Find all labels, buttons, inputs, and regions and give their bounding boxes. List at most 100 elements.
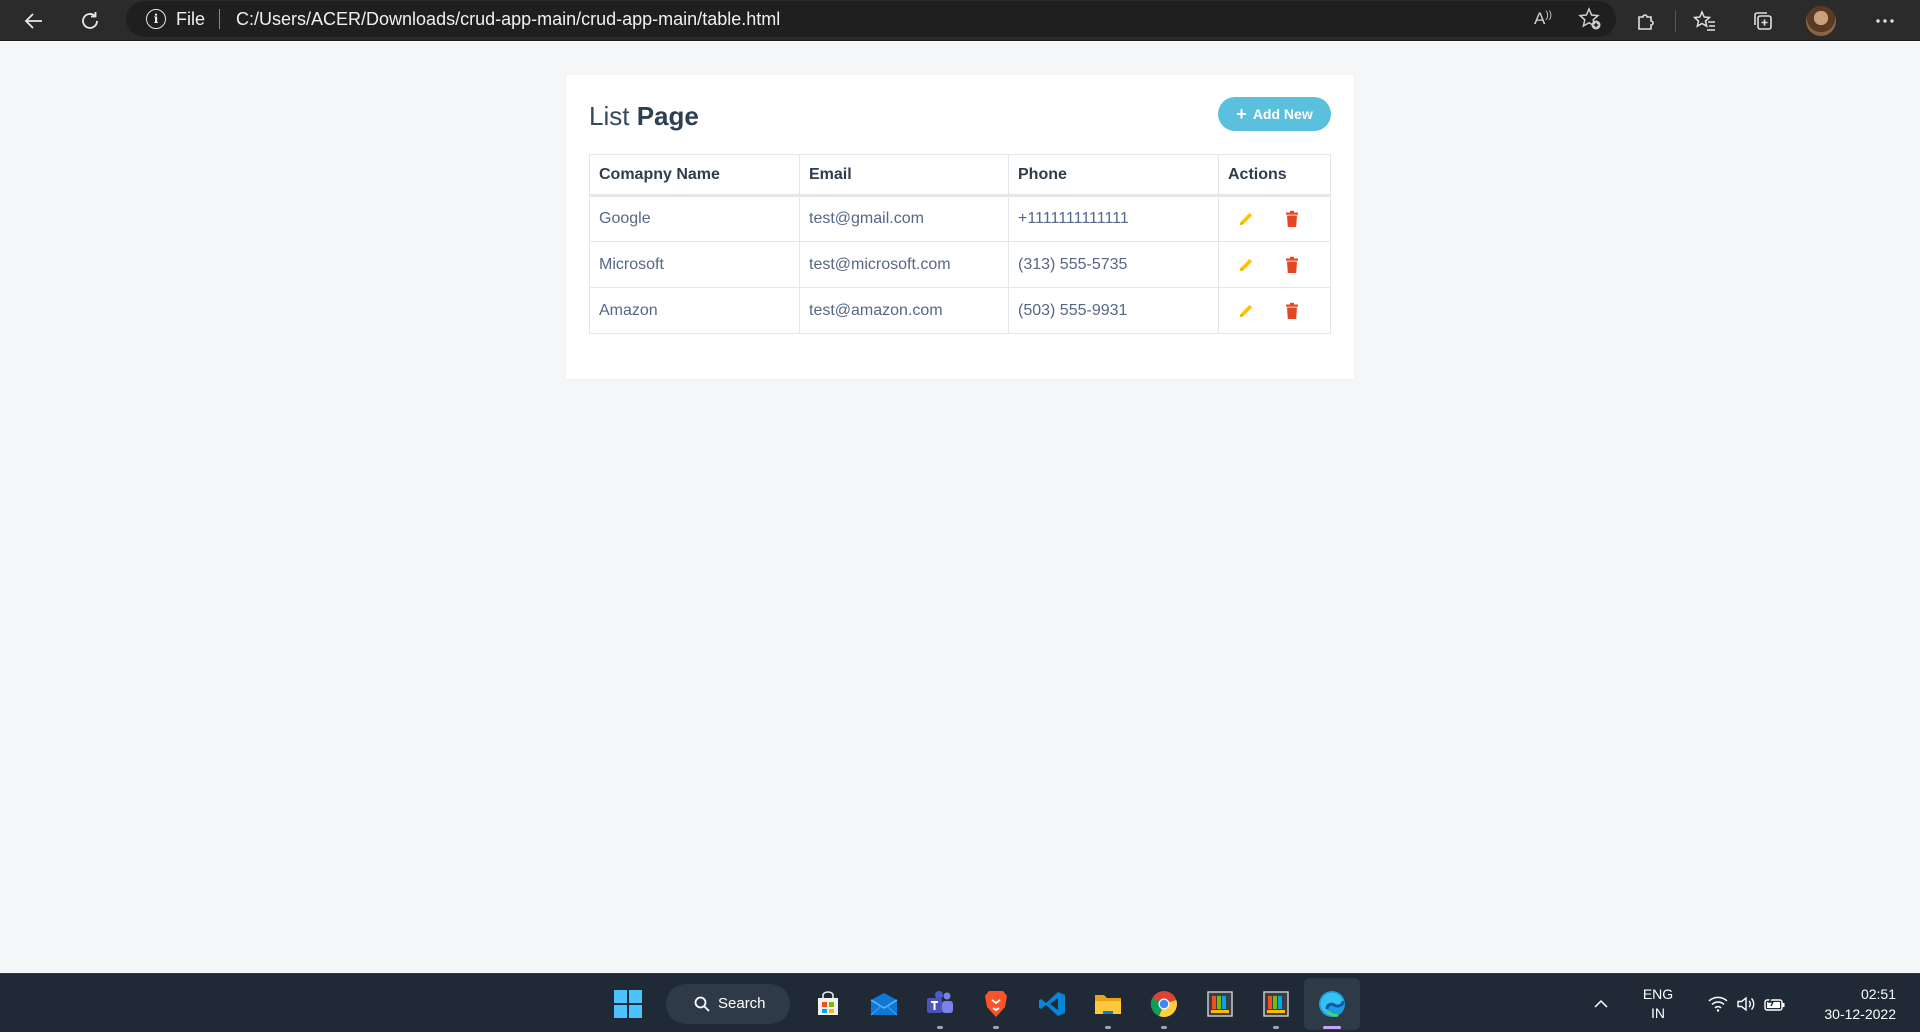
profile-avatar[interactable] [1792, 0, 1850, 41]
cell-actions [1218, 195, 1331, 242]
edit-button[interactable] [1232, 251, 1260, 279]
windows-logo-icon [614, 989, 642, 1018]
search-label: Search [718, 995, 766, 1012]
favorites-icon[interactable] [1676, 0, 1734, 41]
taskbar: Search ENG IN 02:51 30-12-2022 [0, 973, 1920, 1032]
company-table: Comapny Name Email Phone Actions Google … [589, 154, 1331, 334]
delete-button[interactable] [1278, 205, 1306, 233]
cell-actions [1218, 241, 1331, 288]
quick-settings[interactable] [1708, 996, 1786, 1012]
mail-app[interactable] [856, 978, 912, 1030]
file-explorer-app[interactable] [1080, 978, 1136, 1030]
chrome-icon [1150, 990, 1177, 1017]
vscode-app[interactable] [1024, 978, 1080, 1030]
edge-icon [1319, 990, 1345, 1017]
running-indicator [1323, 1025, 1341, 1029]
clock-date: 30-12-2022 [1824, 1005, 1896, 1022]
cell-phone: (313) 555-5735 [1008, 241, 1219, 288]
lang-code: ENG [1642, 985, 1674, 1002]
delete-button[interactable] [1278, 297, 1306, 325]
store-app[interactable] [800, 978, 856, 1030]
read-aloud-label: A [1533, 9, 1546, 28]
wifi-icon [1708, 996, 1728, 1012]
pencil-icon [1240, 258, 1253, 271]
page-title-bold: Page [636, 101, 699, 131]
cell-actions [1218, 287, 1331, 334]
vscode-icon [1039, 991, 1065, 1016]
browser-toolbar: i File C:/Users/ACER/Downloads/crud-app-… [0, 0, 1920, 41]
info-icon[interactable]: i [146, 9, 166, 29]
taskbar-search[interactable]: Search [666, 983, 790, 1024]
address-bar[interactable]: i File C:/Users/ACER/Downloads/crud-app-… [126, 1, 1616, 37]
edit-button[interactable] [1232, 205, 1260, 233]
header-actions: Actions [1218, 154, 1331, 197]
clock-time: 02:51 [1860, 985, 1896, 1002]
add-new-button[interactable]: + Add New [1218, 97, 1331, 131]
pencil-icon [1240, 304, 1253, 317]
table-row: Microsoft test@microsoft.com (313) 555-5… [589, 241, 1331, 288]
settings-more-icon[interactable] [1850, 0, 1920, 41]
start-button[interactable] [600, 978, 656, 1030]
brave-app[interactable] [968, 978, 1024, 1030]
trash-icon [1286, 256, 1299, 273]
header-company-name: Comapny Name [589, 154, 800, 197]
address-separator [219, 9, 221, 29]
cell-email: test@gmail.com [799, 195, 1009, 242]
teams-icon [927, 990, 953, 1013]
search-icon [694, 996, 710, 1012]
running-indicator [1161, 1025, 1167, 1029]
read-aloud-icon[interactable]: A)) [1534, 9, 1552, 29]
header-phone: Phone [1008, 154, 1219, 197]
photo-app-icon [1263, 990, 1289, 1017]
teams-app[interactable] [912, 978, 968, 1030]
lang-region: IN [1651, 1004, 1665, 1021]
avatar [1806, 5, 1836, 36]
cell-company: Amazon [589, 287, 800, 334]
running-indicator [1105, 1025, 1111, 1029]
volume-icon [1737, 996, 1755, 1011]
photo-app-icon [1207, 990, 1233, 1017]
language-indicator[interactable]: ENG IN [1628, 985, 1688, 1023]
table-row: Google test@gmail.com +1111111111111 [589, 195, 1331, 242]
list-card: List Page + Add New Comapny Name Email P… [566, 75, 1354, 379]
chrome-app[interactable] [1136, 978, 1192, 1030]
pencil-icon [1240, 212, 1253, 225]
back-arrow-icon [24, 12, 42, 29]
running-indicator [993, 1025, 999, 1029]
trash-icon [1286, 210, 1299, 227]
delete-button[interactable] [1278, 251, 1306, 279]
url-text[interactable]: C:/Users/ACER/Downloads/crud-app-main/cr… [236, 9, 780, 30]
refresh-icon [82, 11, 98, 29]
cell-phone: +1111111111111 [1008, 195, 1219, 242]
show-hidden-icons-chevron-icon[interactable] [1586, 999, 1616, 1009]
back-button[interactable] [12, 0, 56, 41]
cell-phone: (503) 555-9931 [1008, 287, 1219, 334]
add-favorite-icon[interactable] [1578, 7, 1602, 31]
folder-icon [1095, 994, 1121, 1014]
microsoft-store-icon [818, 990, 838, 1015]
cell-company: Microsoft [589, 241, 800, 288]
mail-icon [870, 992, 898, 1016]
edit-button[interactable] [1232, 297, 1260, 325]
page-title: List Page [589, 101, 699, 132]
plus-icon: + [1236, 104, 1247, 124]
system-tray: ENG IN 02:51 30-12-2022 [1586, 974, 1920, 1032]
page-title-light: List [589, 101, 630, 131]
battery-icon [1764, 996, 1785, 1011]
edge-app[interactable] [1304, 977, 1360, 1030]
pinned-app-2[interactable] [1248, 978, 1304, 1030]
add-new-label: Add New [1252, 106, 1313, 122]
cell-company: Google [589, 195, 800, 242]
file-scheme-label: File [176, 8, 206, 29]
collections-icon[interactable] [1734, 0, 1792, 41]
clock[interactable]: 02:51 30-12-2022 [1816, 984, 1896, 1024]
refresh-button[interactable] [68, 0, 112, 41]
running-indicator [1273, 1025, 1279, 1029]
trash-icon [1286, 302, 1299, 319]
running-indicator [937, 1025, 943, 1029]
header-email: Email [799, 154, 1009, 197]
cell-email: test@microsoft.com [799, 241, 1009, 288]
cell-email: test@amazon.com [799, 287, 1009, 334]
extensions-icon[interactable] [1617, 0, 1675, 41]
pinned-app-1[interactable] [1192, 978, 1248, 1030]
